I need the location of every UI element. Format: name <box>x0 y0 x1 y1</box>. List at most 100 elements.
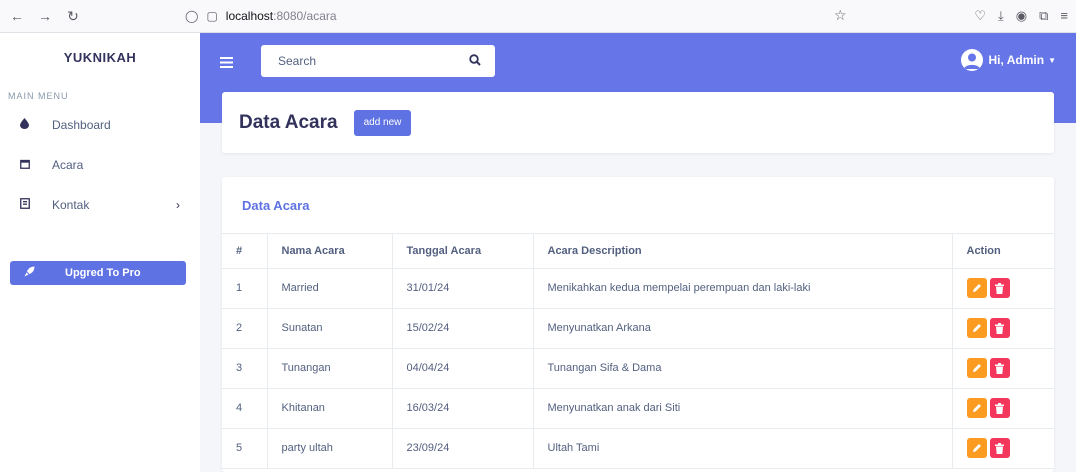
cell-tanggal: 15/02/24 <box>392 308 534 349</box>
browser-actions: ♡ ⤓ ◉ ⧉ ≡ <box>974 8 1068 24</box>
search-icon[interactable] <box>469 53 481 66</box>
brand-logo[interactable]: YUKNIKAH <box>0 33 200 81</box>
bookmark-star-icon[interactable]: ☆ <box>834 7 847 24</box>
cell-tanggal: 23/09/24 <box>392 428 534 469</box>
back-arrow-icon[interactable]: ← <box>6 5 28 27</box>
chevron-right-icon: › <box>176 198 180 212</box>
cell-number: 5 <box>222 428 268 469</box>
hamburger-menu-icon[interactable] <box>220 55 233 73</box>
column-header-description: Acara Description <box>533 234 953 269</box>
cell-nama: Sunatan <box>267 308 393 349</box>
page-title: Data Acara <box>239 111 338 133</box>
delete-button[interactable] <box>989 438 1010 458</box>
sidebar-item-acara[interactable]: Acara <box>0 145 200 185</box>
table-row: 3 Tunangan 04/04/24 Tunangan Sifa & Dama <box>222 348 1055 389</box>
cell-tanggal: 31/01/24 <box>392 268 534 309</box>
table-row: 2 Sunatan 15/02/24 Menyunatkan Arkana <box>222 308 1055 349</box>
table-card-title: Data Acara <box>222 177 1054 234</box>
trash-icon <box>995 362 1004 374</box>
pencil-icon <box>972 444 981 452</box>
trash-icon <box>995 442 1004 454</box>
cell-number: 4 <box>222 388 268 429</box>
edit-button[interactable] <box>966 358 987 378</box>
row-actions <box>966 438 1055 458</box>
pencil-icon <box>972 284 981 292</box>
delete-button[interactable] <box>989 318 1010 338</box>
edit-button[interactable] <box>966 318 987 338</box>
upgrade-pro-button[interactable]: Upgred To Pro <box>10 261 186 285</box>
sidebar-item-label: Dashboard <box>52 118 111 132</box>
menu-icon[interactable]: ≡ <box>1060 8 1068 24</box>
cell-nama: Married <box>267 268 393 309</box>
cell-tanggal: 04/04/24 <box>392 348 534 389</box>
search-box <box>261 45 495 77</box>
browser-toolbar: ← → ↻ ◯ ▢ localhost:8080/acara ☆ ♡ ⤓ ◉ ⧉… <box>0 0 1076 33</box>
row-actions <box>966 278 1055 298</box>
menu-heading: MAIN MENU <box>8 91 69 101</box>
cell-nama: Khitanan <box>267 388 393 429</box>
pencil-icon <box>972 404 981 412</box>
cell-actions <box>952 268 1055 309</box>
delete-button[interactable] <box>989 278 1010 298</box>
search-input[interactable] <box>261 54 461 68</box>
sidebar-item-label: Kontak <box>52 198 90 212</box>
pencil-icon <box>972 364 981 372</box>
page-header-card: Data Acara add new <box>222 92 1054 153</box>
data-table-card: Data Acara # Nama Acara Tanggal Acara Ac… <box>222 177 1054 472</box>
cell-nama: party ultah <box>267 428 393 469</box>
url-host: localhost <box>225 9 274 23</box>
cell-number: 3 <box>222 348 268 389</box>
upgrade-pro-label: Upgred To Pro <box>65 267 141 279</box>
cell-description: Tunangan Sifa & Dama <box>533 348 953 389</box>
cell-actions <box>952 428 1055 469</box>
cell-actions <box>952 308 1055 349</box>
rocket-icon <box>24 266 35 280</box>
reload-icon[interactable]: ↻ <box>62 5 84 27</box>
address-bar[interactable]: ◯ ▢ localhost:8080/acara <box>185 4 865 28</box>
trash-icon <box>995 282 1004 294</box>
trash-icon <box>995 402 1004 414</box>
edit-button[interactable] <box>966 438 987 458</box>
contact-book-icon <box>20 198 30 212</box>
calendar-icon <box>20 159 30 172</box>
column-header-number: # <box>222 234 268 269</box>
user-menu[interactable]: Hi, Admin ▼ <box>960 49 1056 71</box>
add-new-button[interactable]: add new <box>353 109 412 136</box>
avatar <box>960 49 983 71</box>
pencil-icon <box>972 324 981 332</box>
edit-button[interactable] <box>966 278 987 298</box>
cell-description: Menikahkan kedua mempelai perempuan dan … <box>533 268 953 309</box>
sidebar-item-kontak[interactable]: Kontak › <box>0 185 200 225</box>
edit-button[interactable] <box>966 398 987 418</box>
cell-tanggal: 16/03/24 <box>392 388 534 429</box>
acara-table: # Nama Acara Tanggal Acara Acara Descrip… <box>222 234 1054 469</box>
sidebar-item-dashboard[interactable]: Dashboard <box>0 105 200 145</box>
delete-button[interactable] <box>989 398 1010 418</box>
column-header-action: Action <box>952 234 1054 269</box>
user-greeting: Hi, Admin <box>988 53 1045 67</box>
extensions-icon[interactable]: ⧉ <box>1039 8 1048 24</box>
row-actions <box>966 398 1055 418</box>
cell-nama: Tunangan <box>267 348 393 389</box>
sidebar: YUKNIKAH MAIN MENU Dashboard Acara Konta… <box>0 33 200 472</box>
cell-description: Menyunatkan anak dari Siti <box>533 388 953 429</box>
url-text: localhost:8080/acara <box>226 9 337 23</box>
cell-number: 1 <box>222 268 268 309</box>
table-row: 5 party ultah 23/09/24 Ultah Tami <box>222 428 1055 469</box>
account-icon[interactable]: ◉ <box>1016 8 1027 24</box>
droplet-icon <box>20 118 30 132</box>
row-actions <box>966 318 1055 338</box>
pocket-icon[interactable]: ♡ <box>974 8 986 24</box>
forward-arrow-icon[interactable]: → <box>34 5 56 27</box>
table-header-row: # Nama Acara Tanggal Acara Acara Descrip… <box>222 234 1054 269</box>
download-icon[interactable]: ⤓ <box>998 8 1004 24</box>
page-icon: ▢ <box>206 9 218 23</box>
table-row: 4 Khitanan 16/03/24 Menyunatkan anak dar… <box>222 388 1055 429</box>
sidebar-item-label: Acara <box>52 158 84 172</box>
row-actions <box>966 358 1055 378</box>
cell-number: 2 <box>222 308 268 349</box>
trash-icon <box>995 322 1004 334</box>
shield-icon: ◯ <box>185 9 199 23</box>
delete-button[interactable] <box>989 358 1010 378</box>
table-row: 1 Married 31/01/24 Menikahkan kedua memp… <box>222 268 1055 309</box>
